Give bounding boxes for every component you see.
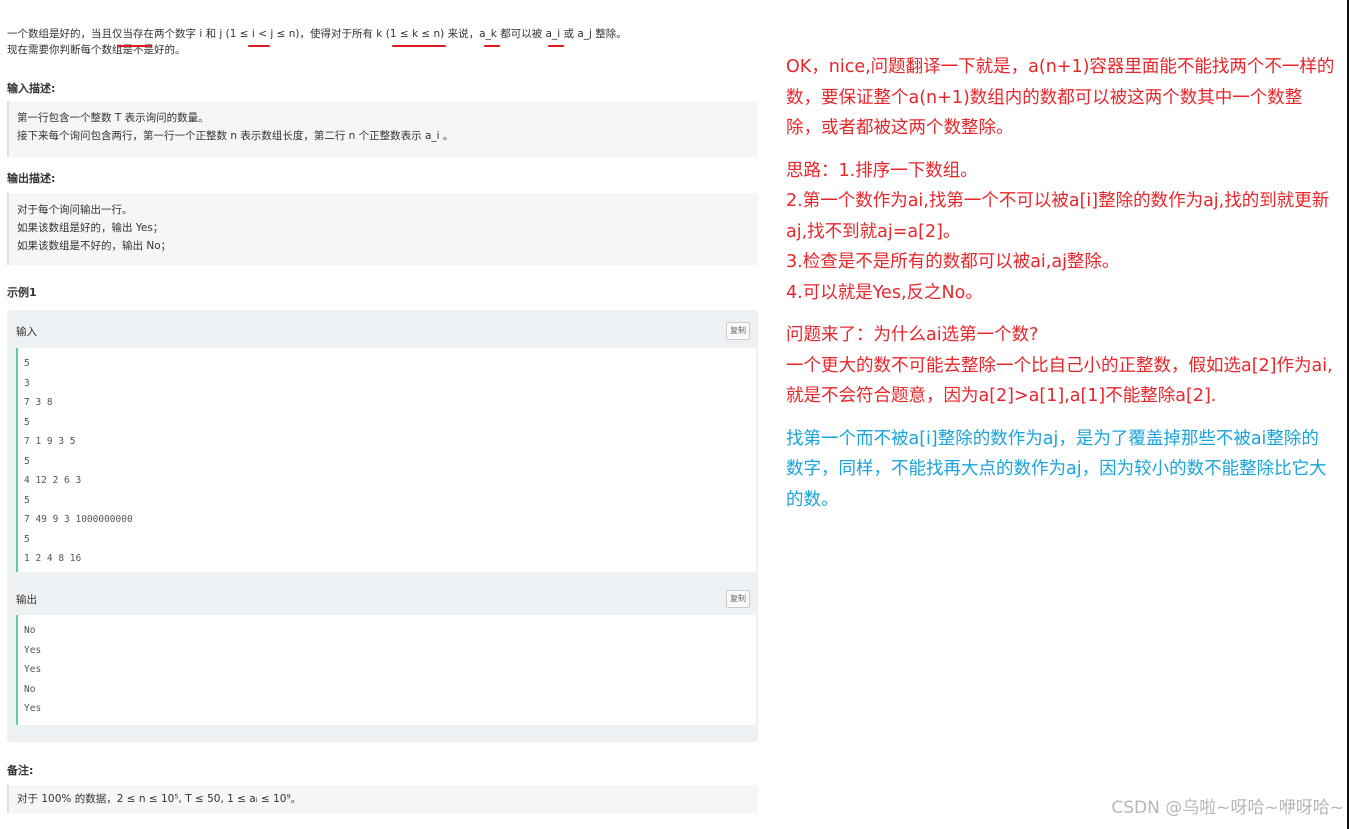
output-desc-line: 对于每个询问输出一行。: [17, 204, 133, 216]
code-line: 5: [24, 416, 30, 428]
code-line: Yes: [24, 664, 42, 675]
annotation-question: 问题来了：为什么ai选第一个数? 一个更大的数不可能去整除一个比自己小的正整数，…: [786, 320, 1336, 412]
code-line: 5: [24, 455, 30, 467]
code-line: Yes: [24, 703, 42, 714]
csdn-watermark: CSDN @乌啦~呀哈~咿呀哈~: [1111, 798, 1344, 818]
code-line: 3: [24, 377, 30, 389]
example-panel: 输入 复制 5 3 7 3 8 5 7 1 9 3 5 5 4 12 2 6 3…: [7, 310, 758, 742]
input-sample-block: 5 3 7 3 8 5 7 1 9 3 5 5 4 12 2 6 3 5 7 4…: [16, 348, 756, 572]
output-sample-block: No Yes Yes No Yes: [16, 615, 756, 725]
code-line: 7 1 9 3 5: [24, 436, 76, 447]
code-line: 5: [24, 358, 30, 369]
right-edge-divider: [1347, 0, 1349, 829]
red-underline-mark: [118, 45, 152, 47]
copy-output-button[interactable]: 复制: [726, 590, 750, 608]
code-line: No: [24, 625, 36, 636]
annotation-idea: 思路：1.排序一下数组。 2.第一个数作为ai,找第一个不可以被a[i]整除的数…: [786, 156, 1336, 309]
example-title: 示例1: [7, 286, 37, 299]
output-desc-line: 如果该数组是不好的，输出 No；: [17, 240, 172, 252]
problem-panel: 一个数组是好的，当且仅当存在两个数字 i 和 j (1 ≤ i < j ≤ n)…: [0, 0, 760, 829]
note-box: 对于 100% 的数据，2 ≤ n ≤ 10⁵, T ≤ 50, 1 ≤ aᵢ …: [7, 785, 758, 813]
question-line: 一个更大的数不可能去整除一个比自己小的正整数，假如选a[2]作为ai,就是不会符…: [786, 355, 1333, 407]
code-line: 7 49 9 3 1000000000: [24, 514, 133, 525]
example-output-label: 输出: [16, 594, 37, 606]
idea-line: 思路：1.排序一下数组。: [786, 160, 978, 181]
question-line: 问题来了：为什么ai选第一个数?: [786, 325, 1039, 345]
problem-statement: 一个数组是好的，当且仅当存在两个数字 i 和 j (1 ≤ i < j ≤ n)…: [7, 26, 757, 58]
input-desc-line: 接下来每个询问包含两行，第一行一个正整数 n 表示数组长度，第二行 n 个正整数…: [17, 130, 454, 142]
idea-line: 3.检查是不是所有的数都可以被ai,aj整除。: [786, 252, 1120, 272]
red-underline-mark: [548, 45, 564, 47]
example-input-label: 输入: [16, 326, 37, 338]
code-line: Yes: [24, 644, 42, 656]
idea-line: 4.可以就是Yes,反之No。: [786, 282, 983, 303]
statement-line-1: 一个数组是好的，当且仅当存在两个数字 i 和 j (1 ≤ i < j ≤ n)…: [7, 28, 627, 40]
red-underline-mark: [248, 45, 270, 47]
input-desc-title: 输入描述:: [7, 82, 56, 95]
output-desc-title: 输出描述:: [7, 172, 56, 185]
input-desc-box: 第一行包含一个整数 T 表示询问的数量。 接下来每个询问包含两行，第一行一个正整…: [7, 101, 758, 157]
red-underline-mark: [392, 45, 446, 47]
code-line: 7 3 8: [24, 397, 53, 408]
code-line: 5: [24, 533, 30, 545]
note-text: 对于 100% 的数据，2 ≤ n ≤ 10⁵, T ≤ 50, 1 ≤ aᵢ …: [17, 793, 302, 805]
red-underline-mark: [484, 45, 500, 47]
code-line: 4 12 2 6 3: [24, 475, 82, 486]
code-line: 1 2 4 8 16: [24, 553, 82, 564]
output-desc-box: 对于每个询问输出一行。 如果该数组是好的，输出 Yes； 如果该数组是不好的，输…: [7, 193, 758, 265]
code-line: No: [24, 683, 36, 695]
input-desc-line: 第一行包含一个整数 T 表示询问的数量。: [17, 112, 209, 124]
note-title: 备注:: [7, 764, 34, 777]
idea-line: 2.第一个数作为ai,找第一个不可以被a[i]整除的数作为aj,找的到就更新aj…: [786, 191, 1330, 242]
annotation-paragraph-4: 找第一个而不被a[i]整除的数作为aj，是为了覆盖掉那些不被ai整除的数字，同样…: [786, 428, 1327, 510]
output-desc-line: 如果该数组是好的，输出 Yes；: [17, 222, 164, 234]
copy-input-button[interactable]: 复制: [726, 322, 750, 340]
annotation-panel: OK，nice,问题翻译一下就是，a(n+1)容器里面能不能找两个不一样的数，要…: [786, 52, 1336, 515]
code-line: 5: [24, 494, 30, 506]
annotation-paragraph-1: OK，nice,问题翻译一下就是，a(n+1)容器里面能不能找两个不一样的数，要…: [786, 57, 1335, 138]
